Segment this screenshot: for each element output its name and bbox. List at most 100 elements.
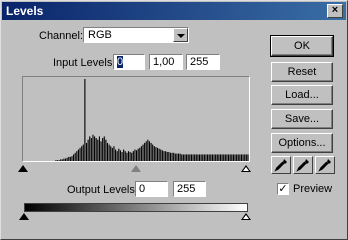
- output-levels-label: Output Levels:: [67, 184, 138, 196]
- output-black-slider[interactable]: [19, 213, 29, 220]
- histogram-bar: [84, 79, 86, 161]
- histogram-panel: [22, 76, 250, 162]
- histogram-bar: [174, 153, 176, 161]
- histogram-bar: [210, 154, 212, 161]
- histogram-bar: [136, 150, 138, 161]
- histogram-bar: [119, 150, 121, 161]
- histogram-bar: [231, 154, 233, 161]
- histogram-bar: [77, 149, 79, 161]
- histogram-bar: [66, 157, 68, 161]
- histogram-bar: [79, 147, 81, 161]
- title-bar[interactable]: Levels ×: [2, 2, 346, 20]
- histogram-bar: [153, 146, 155, 161]
- histogram-bar: [140, 146, 142, 161]
- histogram-bar: [76, 151, 78, 161]
- channel-label: Channel:: [39, 30, 84, 42]
- histogram-bar: [221, 154, 223, 161]
- histogram-bar: [215, 154, 217, 161]
- histogram-bar: [165, 151, 167, 161]
- histogram-bar: [90, 138, 92, 161]
- histogram-bar: [205, 154, 207, 161]
- histogram-bar: [92, 134, 94, 161]
- histogram-bar: [106, 142, 109, 161]
- black-point-eyedropper-icon: [274, 159, 287, 172]
- histogram-bar: [240, 154, 243, 161]
- input-black-value: 0: [117, 56, 124, 68]
- histogram-bar: [103, 136, 105, 161]
- histogram-bar: [137, 148, 139, 161]
- histogram-bar: [116, 151, 118, 161]
- output-white-field[interactable]: 255: [173, 181, 206, 197]
- histogram-bar: [118, 148, 120, 161]
- input-gamma-slider[interactable]: [131, 165, 141, 172]
- white-point-eyedropper-button[interactable]: [315, 156, 335, 174]
- options-button[interactable]: Options...: [271, 133, 333, 153]
- histogram-bar: [64, 158, 67, 161]
- histogram-bar: [152, 144, 154, 161]
- histogram-bar: [73, 154, 75, 161]
- histogram-bar: [158, 148, 160, 161]
- preview-checkbox[interactable]: ✓: [277, 183, 289, 195]
- output-black-field[interactable]: 0: [135, 181, 168, 197]
- histogram-bar: [232, 154, 234, 161]
- histogram-bar: [200, 154, 202, 161]
- histogram-bar: [121, 151, 123, 161]
- input-black-slider[interactable]: [18, 165, 28, 172]
- histogram-bar: [223, 154, 225, 161]
- input-white-slider[interactable]: [241, 165, 251, 172]
- histogram-bar: [242, 154, 244, 161]
- white-point-eyedropper-icon: [318, 159, 331, 172]
- histogram-bar: [228, 154, 230, 161]
- histogram-bar: [236, 154, 238, 161]
- histogram-bar: [239, 154, 241, 161]
- histogram-bar: [245, 154, 247, 161]
- histogram-bar: [113, 146, 115, 161]
- histogram-bar: [160, 149, 162, 161]
- histogram-bar: [226, 154, 228, 161]
- histogram-bar: [58, 160, 60, 161]
- input-white-field[interactable]: 255: [186, 54, 220, 70]
- channel-select[interactable]: RGB: [83, 27, 189, 43]
- histogram-bar: [147, 139, 149, 161]
- input-black-field[interactable]: 0: [113, 54, 145, 70]
- histogram-bar: [184, 154, 186, 161]
- histogram-bar: [145, 141, 147, 161]
- histogram-bar: [208, 154, 210, 161]
- histogram-bar: [142, 144, 144, 161]
- histogram-bar: [224, 154, 226, 161]
- reset-button[interactable]: Reset: [271, 62, 333, 82]
- histogram-bar: [55, 160, 57, 161]
- histogram-bar: [179, 153, 181, 161]
- histogram-bar: [110, 146, 112, 161]
- histogram-bar: [98, 136, 100, 161]
- histogram-bar: [181, 154, 183, 161]
- histogram-bar: [216, 154, 218, 161]
- save-button[interactable]: Save...: [271, 109, 333, 129]
- histogram-bar: [155, 147, 157, 161]
- histogram-graph: [55, 79, 249, 161]
- histogram-bar: [81, 146, 83, 161]
- histogram-bar: [192, 154, 194, 161]
- histogram-bar: [211, 154, 213, 161]
- histogram-bar: [129, 151, 131, 161]
- histogram-bar: [131, 152, 133, 161]
- histogram-bar: [126, 152, 128, 161]
- ok-button[interactable]: OK: [270, 35, 334, 57]
- histogram-bar: [166, 151, 168, 161]
- histogram-bar: [234, 154, 236, 161]
- gray-point-eyedropper-button[interactable]: [293, 156, 313, 174]
- histogram-bar: [189, 154, 191, 161]
- histogram-bar: [195, 154, 197, 161]
- input-gamma-field[interactable]: 1,00: [149, 54, 183, 70]
- black-point-eyedropper-button[interactable]: [271, 156, 291, 174]
- histogram-bar: [237, 154, 239, 161]
- histogram-bar: [111, 147, 113, 161]
- close-button[interactable]: ×: [327, 4, 343, 18]
- histogram-bar: [161, 150, 163, 161]
- histogram-bar: [144, 142, 146, 161]
- output-white-slider[interactable]: [241, 213, 251, 220]
- load-button[interactable]: Load...: [271, 85, 333, 105]
- close-icon: ×: [331, 4, 339, 16]
- histogram-bar: [229, 154, 231, 161]
- chevron-down-icon[interactable]: [173, 28, 188, 42]
